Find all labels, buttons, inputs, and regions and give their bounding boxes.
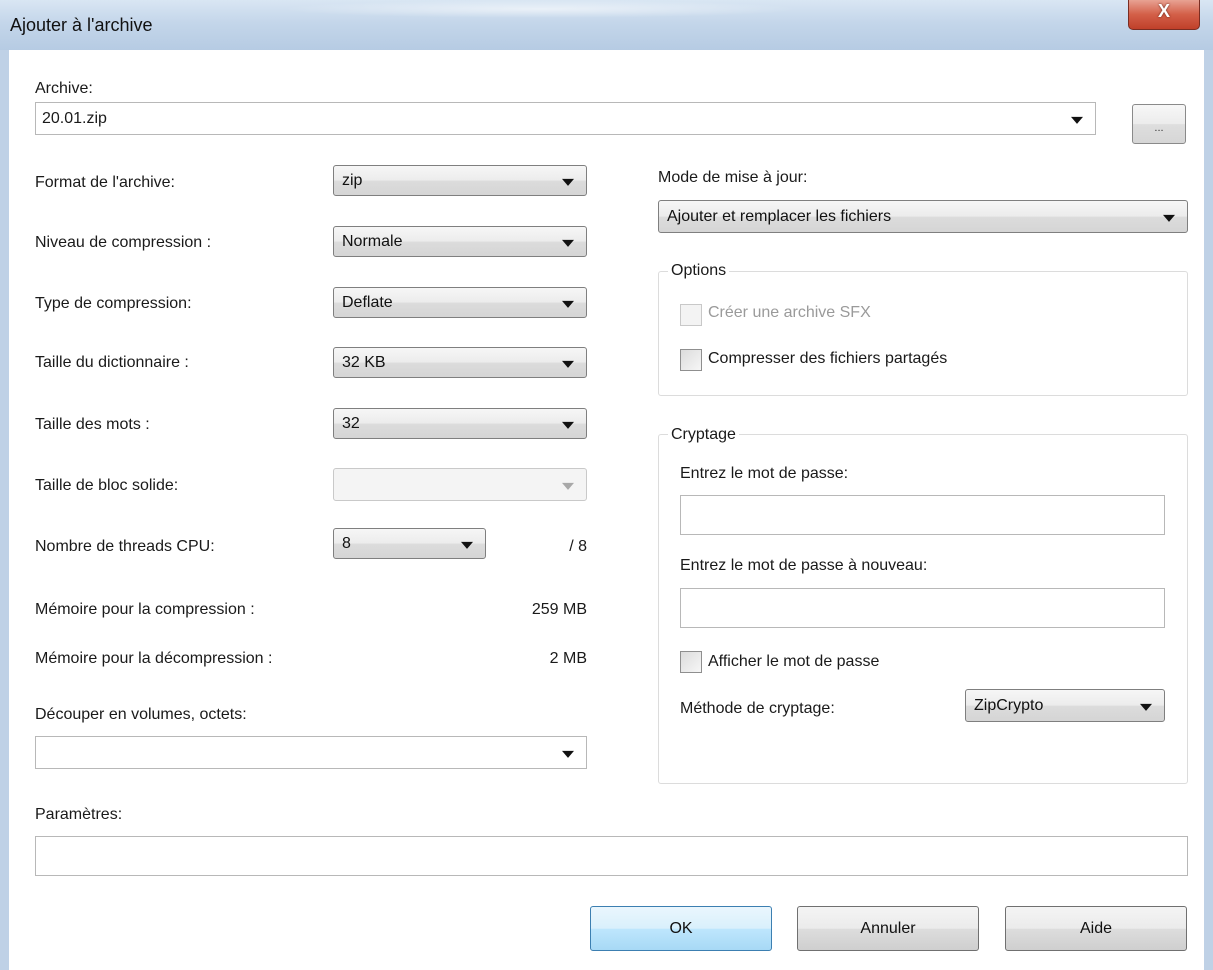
encryption-method-value: ZipCrypto [974, 696, 1044, 714]
archive-label: Archive: [35, 80, 93, 97]
ok-button[interactable]: OK [590, 906, 772, 951]
options-title: Options [668, 262, 730, 280]
show-password-label: Afficher le mot de passe [708, 653, 880, 670]
encryption-method-label: Méthode de cryptage: [680, 700, 835, 717]
volumes-combo[interactable] [35, 736, 587, 769]
word-value: 32 [342, 414, 360, 432]
close-icon: X [1157, 1, 1170, 21]
window-title: Ajouter à l'archive [10, 15, 153, 35]
solid-select[interactable] [333, 468, 587, 501]
password-label: Entrez le mot de passe: [680, 465, 849, 482]
dictionary-label: Taille du dictionnaire : [35, 354, 189, 371]
solid-label: Taille de bloc solide: [35, 477, 179, 494]
word-select[interactable]: 32 [333, 408, 587, 439]
browse-button[interactable]: ... [1132, 104, 1186, 144]
method-label: Type de compression: [35, 295, 192, 312]
update-label: Mode de mise à jour: [658, 169, 808, 186]
options-group [658, 271, 1188, 396]
archive-path-value: 20.01.zip [42, 109, 107, 127]
threads-label: Nombre de threads CPU: [35, 538, 215, 555]
chevron-down-icon [562, 482, 574, 490]
chevron-down-icon [562, 360, 574, 368]
sfx-checkbox[interactable] [680, 304, 702, 326]
sfx-label: Créer une archive SFX [708, 304, 871, 321]
encryption-method-select[interactable]: ZipCrypto [965, 689, 1165, 722]
level-select[interactable]: Normale [333, 226, 587, 257]
format-value: zip [342, 171, 363, 189]
reenter-password-label: Entrez le mot de passe à nouveau: [680, 557, 928, 574]
format-select[interactable]: zip [333, 165, 587, 196]
format-label: Format de l'archive: [35, 174, 175, 191]
update-value: Ajouter et remplacer les fichiers [667, 207, 892, 225]
parameters-input[interactable] [35, 836, 1188, 876]
chevron-down-icon [562, 421, 574, 429]
show-password-checkbox[interactable] [680, 651, 702, 673]
level-value: Normale [342, 232, 403, 250]
password-input[interactable] [680, 495, 1165, 535]
archive-path-combo[interactable]: 20.01.zip [35, 102, 1096, 135]
chevron-down-icon [1140, 703, 1152, 711]
title-bar: Ajouter à l'archive X [0, 0, 1213, 50]
threads-max: / 8 [569, 538, 587, 555]
chevron-down-icon [562, 239, 574, 247]
dictionary-value: 32 KB [342, 353, 386, 371]
cancel-button[interactable]: Annuler [797, 906, 979, 951]
mem-decompress-label: Mémoire pour la décompression : [35, 650, 273, 667]
help-button[interactable]: Aide [1005, 906, 1187, 951]
threads-select[interactable]: 8 [333, 528, 486, 559]
dictionary-select[interactable]: 32 KB [333, 347, 587, 378]
method-value: Deflate [342, 293, 393, 311]
word-label: Taille des mots : [35, 416, 150, 433]
method-select[interactable]: Deflate [333, 287, 587, 318]
shared-files-checkbox[interactable] [680, 349, 702, 371]
chevron-down-icon [562, 750, 574, 758]
mem-decompress-value: 2 MB [549, 650, 587, 667]
parameters-label: Paramètres: [35, 806, 123, 823]
mem-compress-label: Mémoire pour la compression : [35, 601, 255, 618]
mem-compress-value: 259 MB [531, 601, 587, 618]
chevron-down-icon [461, 541, 473, 549]
chevron-down-icon [562, 178, 574, 186]
chevron-down-icon [562, 300, 574, 308]
volumes-label: Découper en volumes, octets: [35, 706, 247, 723]
level-label: Niveau de compression : [35, 234, 212, 251]
chevron-down-icon [1071, 116, 1083, 124]
reenter-password-input[interactable] [680, 588, 1165, 628]
close-button[interactable]: X [1128, 0, 1200, 30]
encryption-title: Cryptage [668, 426, 739, 444]
chevron-down-icon [1163, 214, 1175, 222]
shared-files-label: Compresser des fichiers partagés [708, 350, 948, 367]
title-bar-glow [280, 0, 800, 18]
threads-value: 8 [342, 534, 351, 552]
update-select[interactable]: Ajouter et remplacer les fichiers [658, 200, 1188, 233]
